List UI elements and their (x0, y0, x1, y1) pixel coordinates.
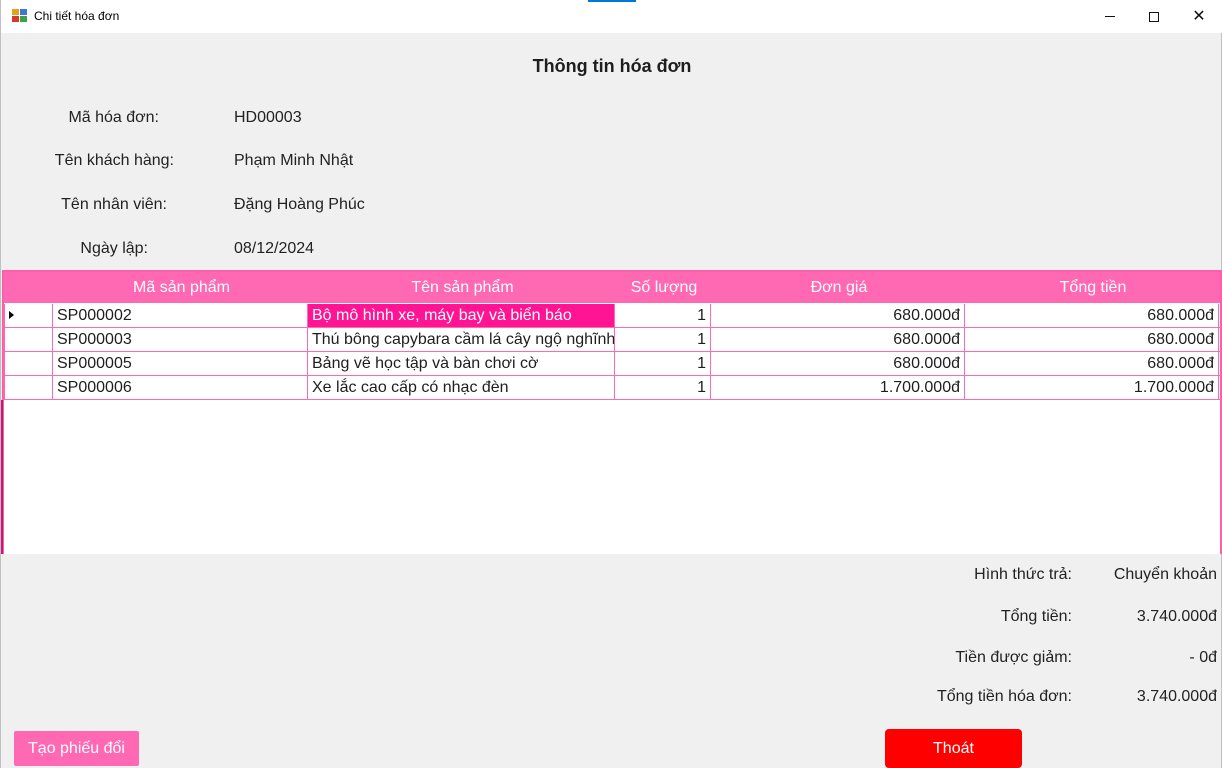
cell-quantity[interactable]: 1 (615, 304, 711, 327)
cell-unit-price[interactable]: 1.700.000đ (711, 376, 965, 399)
app-icon (12, 9, 28, 23)
discount-value: - 0đ (1189, 649, 1217, 666)
discount-label: Tiền được giảm: (955, 649, 1072, 666)
minimize-button[interactable] (1087, 0, 1133, 33)
table-row[interactable]: SP000005 Bảng vẽ học tập và bàn chơi cờ … (4, 352, 1220, 376)
column-header-product-id[interactable]: Mã sản phẩm (54, 272, 309, 303)
customer-name-value: Phạm Minh Nhật (234, 152, 354, 169)
create-exchange-slip-button[interactable]: Tạo phiếu đổi (14, 731, 139, 766)
cell-product-name[interactable]: Bảng vẽ học tập và bàn chơi cờ (308, 352, 615, 375)
cell-total[interactable]: 1.700.000đ (965, 376, 1219, 399)
cell-product-name[interactable]: Thú bông capybara cầm lá cây ngộ nghĩnh (308, 328, 615, 351)
column-header-quantity[interactable]: Số lượng (616, 272, 712, 303)
cell-total[interactable]: 680.000đ (965, 352, 1219, 375)
title-bar: Chi tiết hóa đơn ✕ (1, 0, 1222, 33)
column-header-unit-price[interactable]: Đơn giá (712, 272, 966, 303)
cell-unit-price[interactable]: 680.000đ (711, 352, 965, 375)
payment-method-label: Hình thức trả: (974, 566, 1072, 583)
minimize-icon (1105, 16, 1115, 17)
invoice-total-value: 3.740.000đ (1136, 688, 1217, 705)
invoice-detail-window: Chi tiết hóa đơn ✕ Thông tin hóa đơn Mã … (0, 0, 1222, 768)
subtotal-label: Tổng tiền: (1000, 608, 1072, 625)
invoice-items-grid[interactable]: Mã sản phẩm Tên sản phẩm Số lượng Đơn gi… (2, 270, 1222, 554)
invoice-id-value: HD00003 (234, 109, 302, 126)
page-title: Thông tin hóa đơn (532, 56, 692, 76)
close-icon: ✕ (1192, 7, 1206, 25)
invoice-id-label: Mã hóa đơn: (68, 109, 159, 126)
cell-unit-price[interactable]: 680.000đ (711, 304, 965, 327)
cell-product-name[interactable]: Xe lắc cao cấp có nhạc đèn (308, 376, 615, 399)
maximize-icon (1149, 11, 1159, 22)
row-header[interactable] (4, 352, 53, 375)
taskbar-accent (588, 0, 636, 2)
column-header-product-name[interactable]: Tên sản phẩm (309, 272, 616, 303)
cell-product-id[interactable]: SP000006 (53, 376, 308, 399)
cell-unit-price[interactable]: 680.000đ (711, 328, 965, 351)
cell-total[interactable]: 680.000đ (965, 328, 1219, 351)
cell-product-id[interactable]: SP000005 (53, 352, 308, 375)
employee-name-value: Đặng Hoàng Phúc (234, 196, 365, 213)
cell-quantity[interactable]: 1 (615, 328, 711, 351)
maximize-button[interactable] (1131, 0, 1177, 33)
grid-header: Mã sản phẩm Tên sản phẩm Số lượng Đơn gi… (4, 272, 1220, 303)
table-row[interactable]: SP000006 Xe lắc cao cấp có nhạc đèn 1 1.… (4, 376, 1220, 400)
exit-button[interactable]: Thoát (885, 729, 1022, 768)
close-button[interactable]: ✕ (1176, 0, 1222, 33)
window-title: Chi tiết hóa đơn (34, 9, 120, 23)
row-header-corner (4, 272, 54, 303)
row-header[interactable] (4, 376, 53, 399)
cell-product-id[interactable]: SP000003 (53, 328, 308, 351)
subtotal-value: 3.740.000đ (1136, 608, 1217, 625)
customer-name-label: Tên khách hàng: (54, 152, 174, 169)
created-date-value: 08/12/2024 (234, 240, 315, 257)
payment-method-value: Chuyển khoản (1113, 566, 1217, 583)
table-row[interactable]: SP000002 Bộ mô hình xe, máy bay và biển … (4, 304, 1220, 328)
cell-quantity[interactable]: 1 (615, 376, 711, 399)
invoice-total-label: Tổng tiền hóa đơn: (936, 688, 1072, 705)
row-header[interactable] (4, 328, 53, 351)
cell-product-name[interactable]: Bộ mô hình xe, máy bay và biển báo (308, 304, 615, 327)
table-row[interactable]: SP000003 Thú bông capybara cầm lá cây ng… (4, 328, 1220, 352)
current-row-arrow-icon (9, 311, 14, 319)
created-date-label: Ngày lập: (80, 240, 148, 257)
employee-name-label: Tên nhân viên: (61, 196, 167, 213)
cell-total[interactable]: 680.000đ (965, 304, 1219, 327)
cell-quantity[interactable]: 1 (615, 352, 711, 375)
cell-product-id[interactable]: SP000002 (53, 304, 308, 327)
row-header[interactable] (4, 304, 53, 327)
column-header-total[interactable]: Tổng tiền (966, 272, 1220, 303)
window-edge-strip (1, 400, 3, 554)
